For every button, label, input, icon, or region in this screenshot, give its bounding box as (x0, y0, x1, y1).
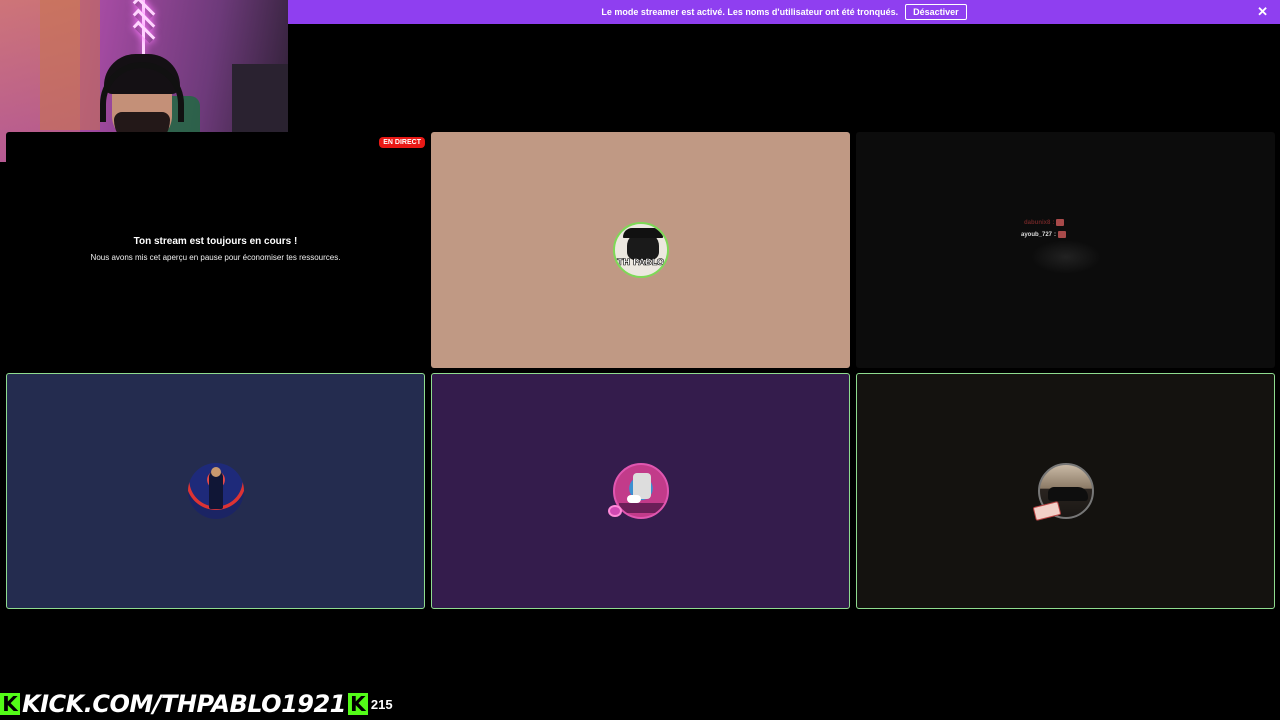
chat-separator: : (1052, 219, 1055, 226)
paused-title: Ton stream est toujours en cours ! (133, 236, 298, 247)
participant-avatar (187, 463, 244, 519)
chat-separator: : (1054, 231, 1057, 238)
participant-avatar: TH PABLO (612, 222, 669, 278)
emote-icon (1056, 219, 1065, 226)
participant-tile-4[interactable] (431, 373, 850, 609)
chat-username: ayoub_727 (1021, 231, 1053, 238)
kick-url-text: KICK.COM/THPABLO1921 (22, 690, 346, 718)
participant-tile-2[interactable]: dabunix8 : ayoub_727 : (856, 132, 1275, 368)
avatar-car (1047, 487, 1088, 501)
page: Le mode streamer est activé. Les noms d'… (0, 0, 1280, 720)
live-badge: EN DIRECT (379, 137, 425, 148)
participant-tile-5[interactable] (856, 373, 1275, 609)
avatar-eyes (626, 495, 641, 503)
disable-streamer-mode-button[interactable]: Désactiver (905, 4, 967, 20)
paused-subtitle: Nous avons mis cet aperçu en pause pour … (90, 253, 341, 262)
avatar-banner (618, 503, 667, 513)
emote-icon (1058, 231, 1067, 238)
avatar-head (210, 467, 221, 477)
chat-shadow (1031, 240, 1101, 274)
snail-badge-icon (608, 505, 622, 517)
avatar-hat (622, 228, 663, 238)
avatar-label: TH PABLO (616, 258, 665, 269)
webcam-door (40, 0, 100, 130)
participant-tile-1[interactable]: TH PABLO (431, 132, 850, 368)
kick-url-overlay: K KICK.COM/THPABLO1921 K 215 (0, 690, 393, 718)
kick-logo-icon: K (0, 693, 20, 715)
main-stream-preview[interactable]: EN DIRECT Ton stream est toujours en cou… (6, 132, 425, 368)
viewer-count: 215 (370, 696, 393, 712)
streamer-mode-banner: Le mode streamer est activé. Les noms d'… (288, 0, 1280, 24)
chat-username: dabunix8 (1024, 219, 1051, 226)
chat-message: ayoub_727 : (1021, 231, 1067, 238)
kick-logo-icon: K (347, 693, 368, 715)
banner-message: Le mode streamer est activé. Les noms d'… (601, 7, 899, 17)
neon-light (130, 0, 158, 55)
chat-message: dabunix8 : (1024, 219, 1065, 226)
participant-tile-3[interactable] (6, 373, 425, 609)
close-icon[interactable]: ✕ (1257, 5, 1268, 19)
